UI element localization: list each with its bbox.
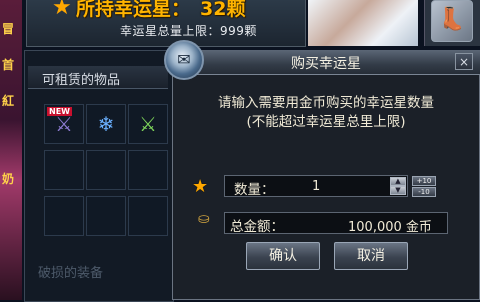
instruction-line-2: (不能超过幸运星总里上限) (246, 114, 406, 130)
confirm-button[interactable]: 确认 (246, 242, 320, 270)
blade-item-icon: ⚔ (139, 112, 157, 136)
new-badge: NEW (47, 107, 72, 116)
left-background-strip: 冒 首 紅 奶 (0, 0, 22, 300)
equipment-slot[interactable]: 👢 (424, 0, 480, 46)
left-strip-char: 首 (2, 58, 15, 72)
inventory-slot[interactable]: ❄ (86, 104, 126, 144)
inventory-slot[interactable]: ⚔ NEW (44, 104, 84, 144)
star-icon: ★ (52, 0, 72, 20)
left-strip-char: 奶 (2, 172, 15, 186)
boots-icon: 👢 (431, 0, 473, 42)
gold-coins-icon: ⛀ (198, 211, 210, 227)
quantity-value: 1 (312, 179, 321, 194)
crystal-item-icon: ❄ (97, 112, 115, 136)
instruction-line-1: 请输入需要用金币购买的幸运星数量 (218, 95, 434, 111)
inventory-slot[interactable] (128, 150, 168, 190)
inventory-slot[interactable]: ⚔ (128, 104, 168, 144)
owned-stars-count: 32颗 (200, 0, 246, 20)
plus-ten-button[interactable]: +10 (412, 176, 436, 186)
shop-emblem-icon: ✉ (164, 40, 204, 80)
star-cap-text: 幸运星总量上限：999颗 (120, 24, 257, 38)
close-button[interactable]: × (455, 53, 473, 70)
inventory-slot[interactable] (128, 196, 168, 236)
inventory-slot[interactable] (44, 150, 84, 190)
owned-stars-title: 所持幸运星： 32颗 (76, 0, 246, 20)
total-value: 100,000 金币 (348, 220, 432, 235)
left-strip-char: 紅 (2, 94, 15, 108)
inventory-slot[interactable] (86, 196, 126, 236)
dialog-instructions: 请输入需要用金币购买的幸运星数量 (不能超过幸运星总里上限) (176, 94, 476, 132)
minus-ten-button[interactable]: -10 (412, 187, 436, 197)
character-portrait (308, 0, 418, 46)
cancel-button[interactable]: 取消 (334, 242, 408, 270)
inventory-slot[interactable] (86, 150, 126, 190)
owned-stars-label: 所持幸运星 (76, 0, 172, 20)
decrement-spinner[interactable]: ▼ (390, 186, 406, 195)
left-strip-char: 冒 (2, 22, 15, 36)
rentable-items-title: 可租赁的物品 (42, 73, 121, 88)
inventory-slot[interactable] (44, 196, 84, 236)
star-icon: ★ (192, 176, 209, 197)
total-label: 总金额： (230, 219, 284, 235)
broken-equipment-text: 破损的装备 (38, 266, 104, 281)
increment-spinner[interactable]: ▲ (390, 177, 406, 186)
quantity-label: 数量： (234, 182, 275, 198)
dialog-title: 购买幸运星 (291, 56, 361, 72)
